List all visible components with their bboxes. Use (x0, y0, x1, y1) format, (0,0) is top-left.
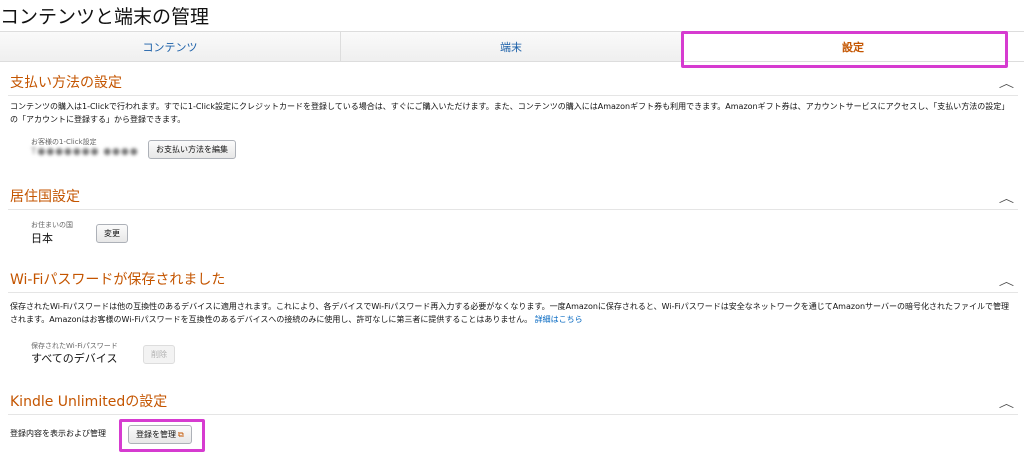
chevron-up-icon[interactable]: ︿ (999, 190, 1014, 206)
manage-button-highlight (119, 419, 205, 452)
country-value: 日本 (31, 232, 53, 245)
tab-contents[interactable]: コンテンツ (0, 32, 341, 61)
settings-tab-highlight (681, 31, 1008, 68)
wifi-description: 保存されたWi-Fiパスワードは他の互換性のあるデバイスに適用されます。これによ… (10, 301, 1010, 326)
chevron-up-icon[interactable]: ︿ (999, 395, 1014, 411)
section-divider (8, 292, 1018, 293)
one-click-value: T●●●●●●● ●●●● (31, 147, 139, 157)
section-divider (8, 209, 1018, 210)
payment-description: コンテンツの購入は1-Clickで行われます。すでに1-Click設定にクレジッ… (10, 102, 1010, 124)
chevron-up-icon[interactable]: ︿ (999, 75, 1014, 91)
residence-section-title: 居住国設定 (10, 189, 80, 205)
details-link[interactable]: 詳細はこちら (535, 315, 583, 324)
tab-devices[interactable]: 端末 (341, 32, 682, 61)
wifi-password-value: すべてのデバイス (31, 352, 118, 365)
wifi-section-title: Wi-Fiパスワードが保存されました (10, 272, 226, 288)
section-divider (8, 414, 1018, 415)
change-country-button[interactable]: 変更 (96, 224, 128, 243)
payment-section-title: 支払い方法の設定 (10, 75, 122, 91)
one-click-label: お客様の1-Click設定 (31, 138, 97, 146)
kindle-section-title: Kindle Unlimitedの設定 (10, 394, 168, 410)
wifi-description-text: 保存されたWi-Fiパスワードは他の互換性のあるデバイスに適用されます。これによ… (10, 302, 1009, 324)
section-divider (8, 95, 1018, 96)
delete-wifi-button[interactable]: 削除 (143, 345, 175, 364)
kindle-manage-label: 登録内容を表示および管理 (10, 429, 106, 438)
chevron-up-icon[interactable]: ︿ (999, 273, 1014, 289)
edit-payment-button[interactable]: お支払い方法を編集 (148, 140, 236, 159)
country-label: お住まいの国 (31, 221, 73, 229)
page-title: コンテンツと端末の管理 (0, 6, 210, 28)
